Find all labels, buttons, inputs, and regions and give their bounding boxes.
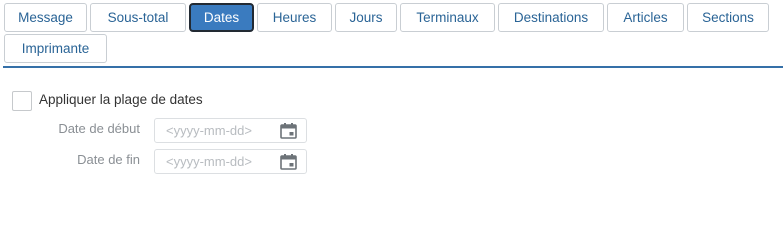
- tab-message[interactable]: Message: [4, 3, 87, 32]
- tab-destinations[interactable]: Destinations: [498, 3, 604, 32]
- end-date-input[interactable]: <yyyy-mm-dd>: [154, 149, 307, 174]
- start-date-input[interactable]: <yyyy-mm-dd>: [154, 118, 307, 143]
- tab-sections[interactable]: Sections: [687, 3, 769, 32]
- apply-date-range-checkbox[interactable]: [12, 91, 32, 111]
- tab-dates[interactable]: Dates: [189, 3, 254, 32]
- tab-jours[interactable]: Jours: [335, 3, 397, 32]
- settings-panel: Message Sous-total Dates Heures Jours Te…: [0, 0, 783, 203]
- start-date-placeholder: <yyyy-mm-dd>: [166, 123, 252, 138]
- end-date-label: Date de fin: [77, 152, 140, 167]
- end-date-placeholder: <yyyy-mm-dd>: [166, 154, 252, 169]
- tab-sous-total[interactable]: Sous-total: [90, 3, 186, 32]
- start-date-label: Date de début: [58, 121, 140, 136]
- tab-content-divider: [3, 66, 783, 68]
- tab-articles[interactable]: Articles: [607, 3, 684, 32]
- tab-imprimante[interactable]: Imprimante: [4, 34, 107, 63]
- tab-terminaux[interactable]: Terminaux: [400, 3, 495, 32]
- calendar-icon[interactable]: [280, 154, 297, 170]
- tab-heures[interactable]: Heures: [257, 3, 332, 32]
- calendar-icon[interactable]: [280, 123, 297, 139]
- apply-date-range-label[interactable]: Appliquer la plage de dates: [39, 91, 203, 109]
